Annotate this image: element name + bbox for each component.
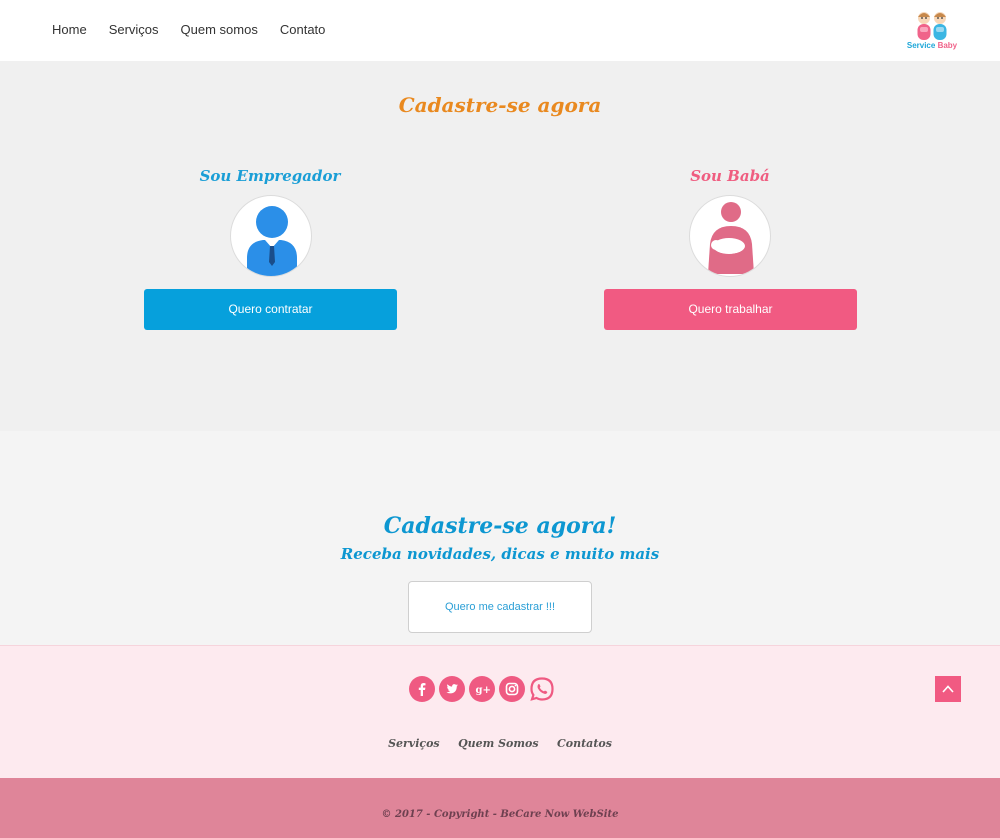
footer: g+ Serviços Quem Somos Contatos (0, 645, 1000, 778)
footer-link-quem-somos[interactable]: Quem Somos (458, 737, 539, 750)
nanny-avatar (689, 195, 771, 277)
footer-link-contatos[interactable]: Contatos (557, 737, 612, 750)
quero-trabalhar-button[interactable]: Quero trabalhar (604, 289, 857, 330)
nanny-holding-baby-icon (708, 202, 754, 274)
logo-text-baby: Baby (937, 41, 958, 50)
service-baby-logo[interactable]: Service Baby (902, 8, 962, 54)
signup-title: Cadastre-se agora (398, 93, 602, 117)
svg-text:g+: g+ (476, 685, 491, 696)
employer-avatar (230, 195, 312, 277)
facebook-icon[interactable] (409, 676, 435, 702)
copyright-bar: © 2017 - Copyright - BeCare Now WebSite (0, 778, 1000, 838)
back-to-top-button[interactable] (935, 676, 961, 702)
nav-contato-link[interactable]: Contato (280, 21, 326, 39)
logo-text-service: Service (906, 41, 938, 50)
quero-contratar-button[interactable]: Quero contratar (144, 289, 397, 330)
instagram-icon[interactable] (499, 676, 525, 702)
newsletter-title: Cadastre-se agora! (383, 513, 617, 539)
quero-me-cadastrar-button[interactable]: Quero me cadastrar !!! (408, 581, 592, 633)
newsletter-section: Cadastre-se agora! Receba novidades, dic… (0, 431, 1000, 645)
nanny-title: Sou Babá (690, 167, 770, 185)
footer-links: Serviços Quem Somos Contatos (0, 734, 1000, 752)
employer-title: Sou Empregador (199, 167, 341, 185)
whatsapp-icon[interactable] (529, 676, 555, 702)
footer-link-servicos[interactable]: Serviços (388, 737, 440, 750)
babies-logo-icon (917, 12, 947, 40)
nav-home-link[interactable]: Home (52, 21, 87, 39)
top-navbar: Home Serviços Quem somos Contato Service… (0, 0, 1000, 61)
twitter-icon[interactable] (439, 676, 465, 702)
nav-quem-somos-link[interactable]: Quem somos (181, 21, 258, 39)
chevron-up-icon (942, 685, 954, 693)
main-nav: Home Serviços Quem somos Contato (52, 21, 347, 39)
logo-text: Service Baby (902, 41, 962, 51)
newsletter-subtitle: Receba novidades, dicas e muito mais (340, 545, 660, 563)
businessman-icon (247, 206, 297, 276)
signup-section: Cadastre-se agora Sou Empregador Quero c… (0, 61, 1000, 431)
copyright-text: © 2017 - Copyright - BeCare Now WebSite (381, 809, 619, 820)
social-links: g+ (409, 676, 555, 702)
google-plus-icon[interactable]: g+ (469, 676, 495, 702)
nav-servicos-link[interactable]: Serviços (109, 21, 159, 39)
